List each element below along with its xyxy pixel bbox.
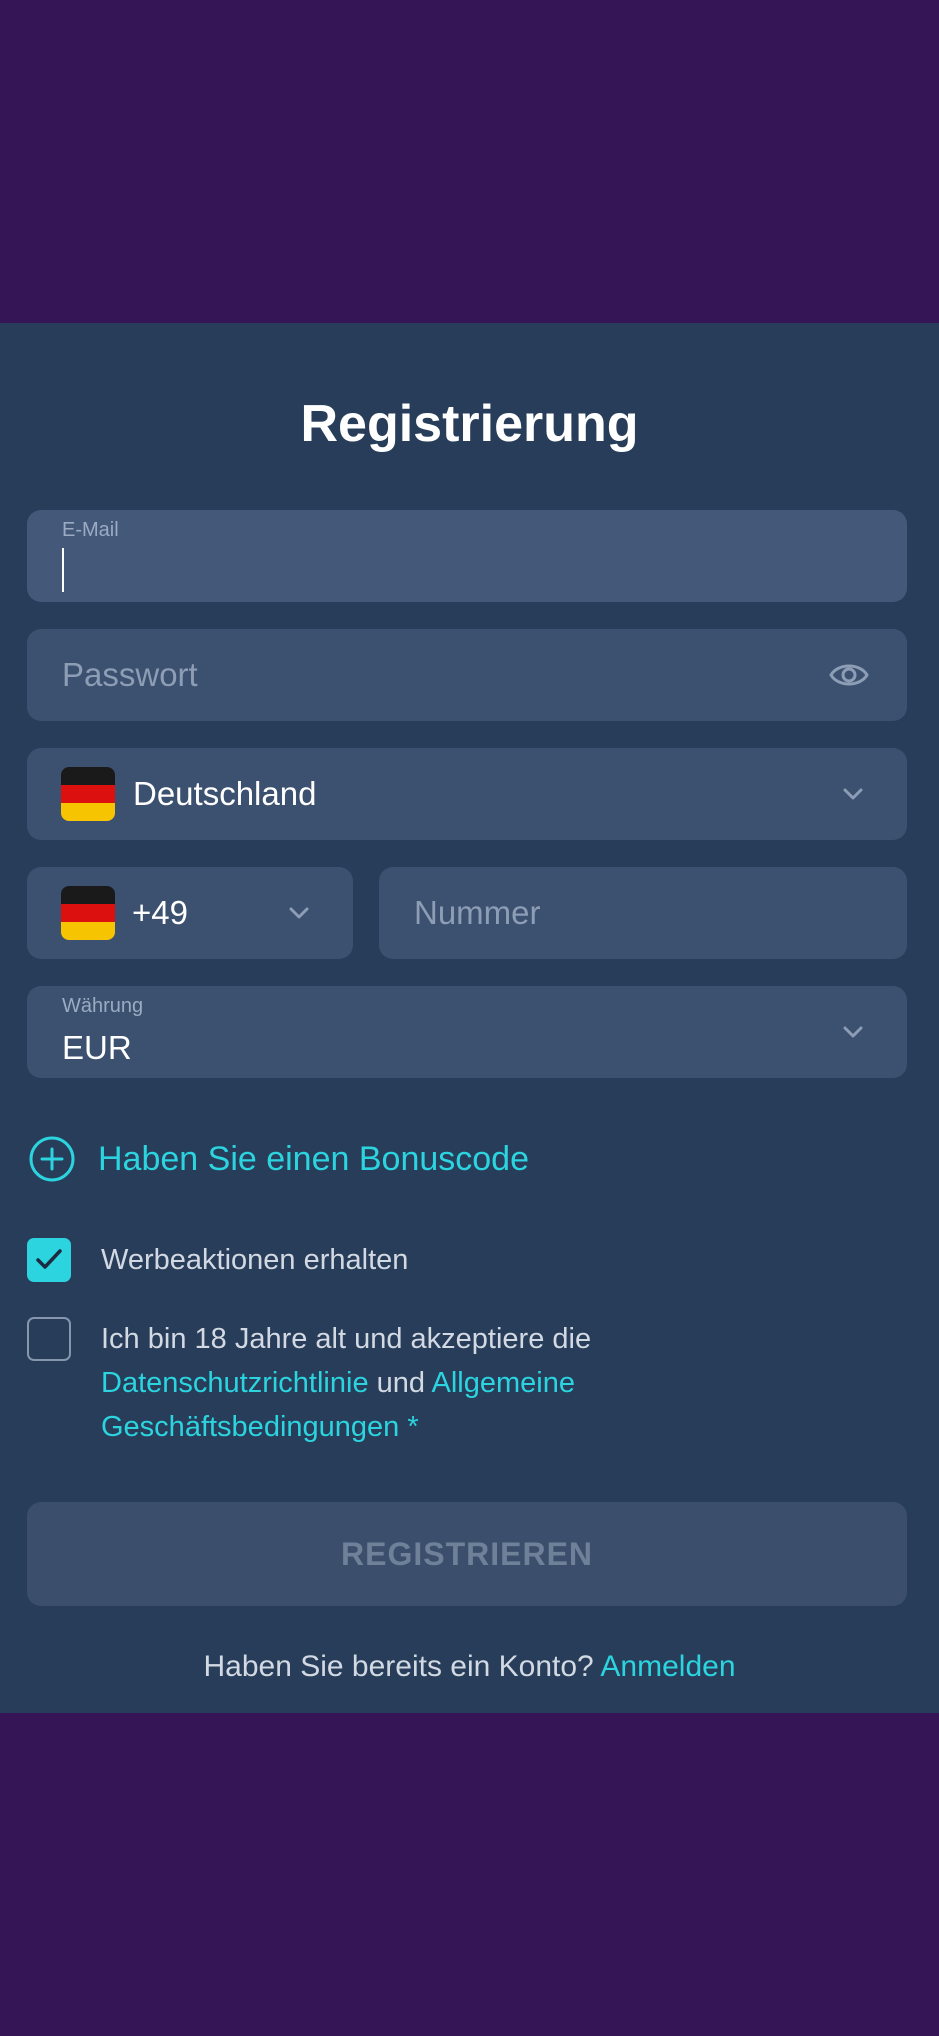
phone-number-placeholder: Nummer	[414, 894, 541, 931]
promotions-label: Werbeaktionen erhalten	[101, 1244, 409, 1276]
germany-flag-icon	[61, 767, 115, 821]
country-select[interactable]: Deutschland	[27, 748, 907, 840]
email-field[interactable]: E-Mail	[27, 510, 907, 602]
terms-link-part-1[interactable]: Allgemeine	[432, 1367, 575, 1399]
currency-label: Währung	[62, 995, 144, 1017]
login-question: Haben Sie bereits ein Konto?	[203, 1650, 594, 1683]
password-placeholder: Passwort	[62, 656, 198, 693]
currency-value: EUR	[62, 1029, 132, 1066]
chevron-down-icon	[843, 1026, 863, 1038]
bonus-code-label: Haben Sie einen Bonuscode	[98, 1140, 529, 1178]
required-marker: *	[407, 1411, 419, 1443]
terms-checkbox[interactable]	[27, 1317, 71, 1361]
phone-code-value: +49	[132, 894, 188, 931]
text-caret	[62, 548, 64, 592]
terms-line-1: Ich bin 18 Jahre alt und akzeptiere die	[101, 1323, 592, 1355]
germany-flag-icon	[61, 886, 115, 940]
plus-circle-icon	[29, 1136, 75, 1182]
promotions-checkbox[interactable]	[27, 1238, 71, 1282]
currency-select[interactable]: Währung EUR	[27, 986, 907, 1078]
email-label: E-Mail	[62, 519, 119, 541]
password-field[interactable]: Passwort	[27, 629, 907, 721]
chevron-down-icon	[843, 788, 863, 800]
eye-icon[interactable]	[829, 657, 869, 693]
register-button[interactable]: REGISTRIEREN	[27, 1502, 907, 1606]
privacy-policy-link[interactable]: Datenschutzrichtlinie	[101, 1367, 369, 1399]
phone-code-select[interactable]: +49	[27, 867, 353, 959]
login-link[interactable]: Anmelden	[600, 1650, 735, 1683]
phone-number-field[interactable]: Nummer	[379, 867, 907, 959]
checkmark-icon	[36, 1249, 62, 1269]
page-title: Registrierung	[300, 395, 639, 453]
country-value: Deutschland	[133, 775, 317, 812]
registration-panel: Registrierung E-Mail Passwort Deutschlan…	[0, 323, 939, 1713]
terms-and: und	[376, 1367, 426, 1399]
chevron-down-icon	[289, 907, 309, 919]
login-prompt: Haben Sie bereits ein Konto? Anmelden	[0, 1645, 939, 1689]
terms-text: Ich bin 18 Jahre alt und akzeptiere die …	[101, 1317, 591, 1449]
terms-link-part-2[interactable]: Geschäftsbedingungen	[101, 1411, 399, 1443]
